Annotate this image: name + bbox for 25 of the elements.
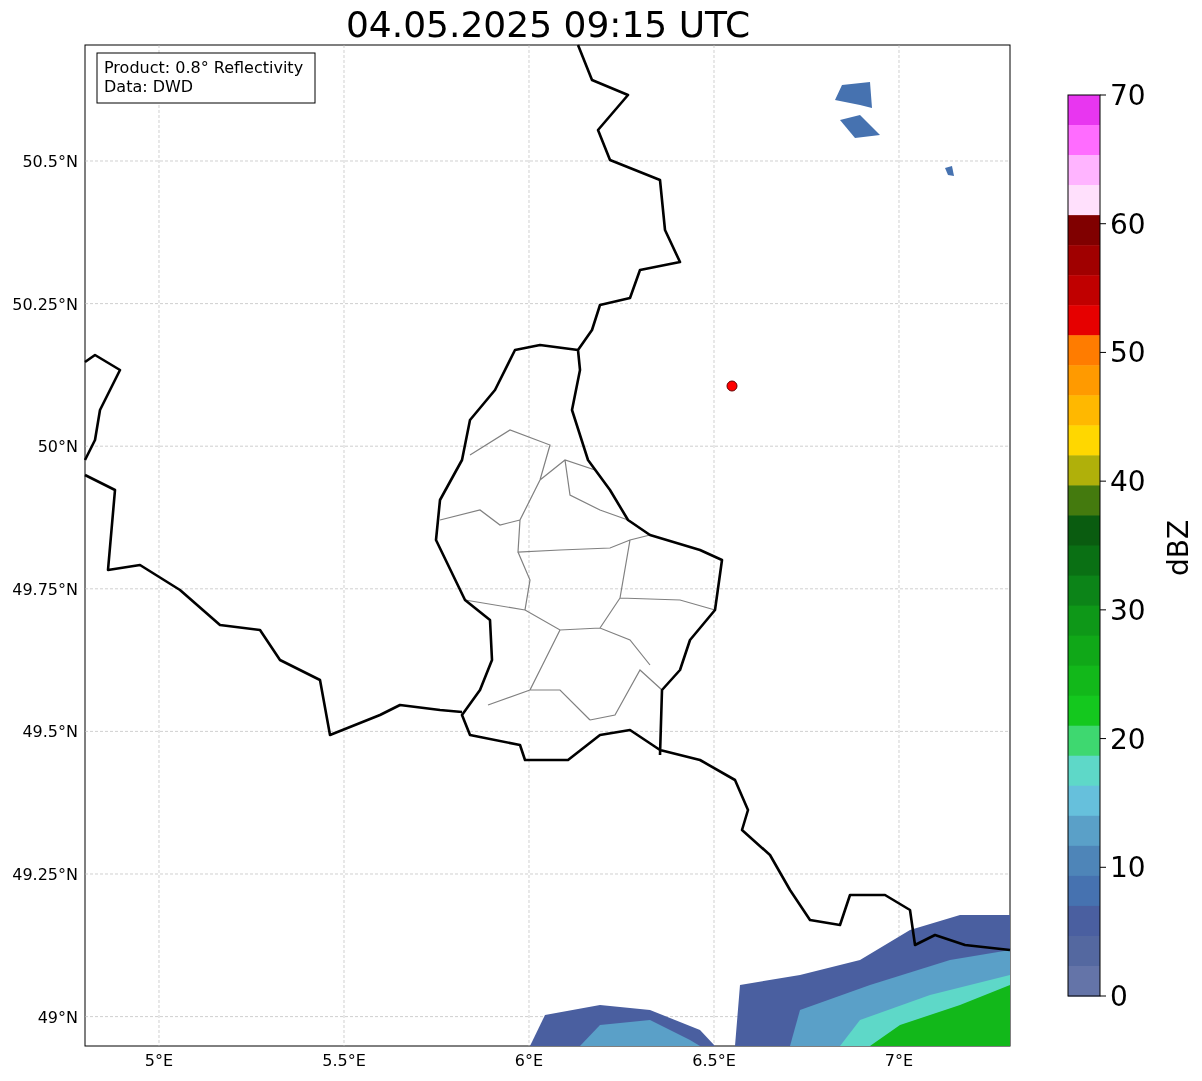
- radar-site-marker: [726, 380, 738, 392]
- colorbar-tick-label: 40: [1110, 465, 1146, 499]
- longitude-tick-label: 7°E: [884, 1051, 914, 1070]
- colorbar-tick-label: 20: [1110, 722, 1146, 756]
- chart-title: 04.05.2025 09:15 UTC: [345, 4, 751, 45]
- info-text: Product: 0.8° Reflectivity: [104, 58, 304, 77]
- info-text: Data: DWD: [104, 77, 194, 96]
- latitude-tick-label: 50.25°N: [12, 294, 78, 314]
- colorbar-tick-label: 30: [1110, 593, 1146, 627]
- colorbar-tick-label: 10: [1110, 851, 1146, 885]
- longitude-tick-label: 6°E: [514, 1051, 544, 1070]
- colorbar-tick-label: 0: [1110, 980, 1128, 1013]
- latitude-tick-label: 50°N: [37, 437, 78, 457]
- colorbar-label: dBZ: [1162, 519, 1195, 577]
- colorbar-tick-label: 70: [1110, 79, 1146, 112]
- longitude-tick-label: 5°E: [144, 1051, 174, 1070]
- latitude-tick-label: 49.5°N: [22, 722, 78, 742]
- latitude-tick-label: 49.75°N: [12, 579, 78, 599]
- longitude-tick-label: 5.5°E: [322, 1051, 366, 1070]
- colorbar-tick-label: 60: [1110, 207, 1146, 241]
- longitude-tick-label: 6.5°E: [692, 1051, 736, 1070]
- colorbar-tick-label: 50: [1110, 336, 1146, 370]
- latitude-tick-label: 50.5°N: [22, 152, 78, 171]
- latitude-tick-label: 49.25°N: [12, 865, 78, 884]
- latitude-tick-label: 49°N: [37, 1007, 78, 1027]
